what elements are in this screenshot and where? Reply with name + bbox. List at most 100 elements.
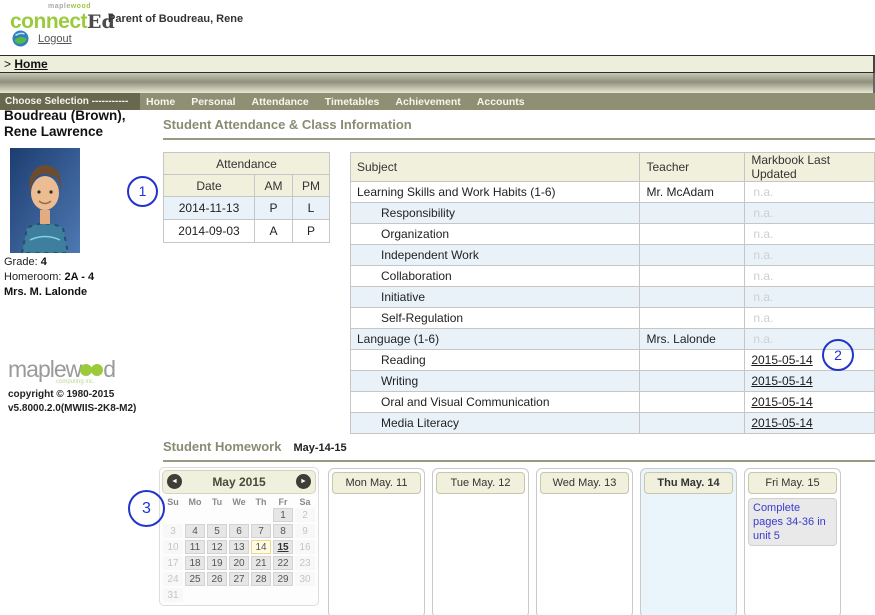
markbook-updated-cell: n.a. xyxy=(744,202,875,224)
calendar-day-14[interactable]: 14 xyxy=(251,540,271,554)
homework-day-header[interactable]: Fri May. 15 xyxy=(748,472,837,494)
subject-name-cell: Responsibility xyxy=(349,202,641,224)
grade-line: Grade: 4 xyxy=(4,255,94,270)
subject-teacher-cell xyxy=(639,349,746,371)
calendar-day-5[interactable]: 5 xyxy=(207,524,227,538)
breadcrumb-home-link[interactable]: Home xyxy=(14,57,47,71)
homework-note-link[interactable]: Complete pages 34-36 in unit 5 xyxy=(748,498,837,546)
maplewood-logo-dot-icon xyxy=(91,364,104,376)
subject-name-cell: Independent Work xyxy=(349,244,641,266)
calendar-day-25[interactable]: 25 xyxy=(185,572,205,586)
homework-day-column: Wed May. 13 xyxy=(536,468,633,615)
calendar-day-28[interactable]: 28 xyxy=(251,572,271,586)
subject-row: Collaboration n.a. xyxy=(349,265,875,287)
calendar-day-11[interactable]: 11 xyxy=(185,540,205,554)
calendar-day-27[interactable]: 27 xyxy=(229,572,249,586)
logout-link[interactable]: Logout xyxy=(38,33,72,45)
calendar-dow-label: Su xyxy=(167,497,179,507)
version-text: v5.8000.2.0(MWIIS-2K8-M2) xyxy=(8,403,137,414)
subject-table-header-row: Subject Teacher Markbook Last Updated xyxy=(349,152,875,182)
homework-day-header[interactable]: Thu May. 14 xyxy=(644,472,733,494)
student-info: Grade: 4 Homeroom: 2A - 4 Mrs. M. Lalond… xyxy=(4,255,94,300)
calendar-day-18[interactable]: 18 xyxy=(185,556,205,570)
subject-teacher-cell: Mrs. Lalonde xyxy=(639,328,746,350)
maplewood-footer-logo: maplew d computing inc. xyxy=(8,356,116,385)
calendar-prev-icon[interactable]: ◄ xyxy=(167,474,182,489)
attendance-columns-row: Date AM PM xyxy=(163,174,330,197)
attendance-section-rule xyxy=(163,138,875,140)
markbook-updated-cell: n.a. xyxy=(744,181,875,203)
homework-section-rule xyxy=(163,460,875,462)
subject-teacher-cell xyxy=(639,412,746,434)
calendar-header: ◄ May 2015 ► xyxy=(162,470,316,494)
subject-row: Language (1-6) Mrs. Lalonde n.a. xyxy=(349,328,875,350)
calendar-day-16: 16 xyxy=(295,540,315,554)
calendar-day-12[interactable]: 12 xyxy=(207,540,227,554)
homework-day-header[interactable]: Wed May. 13 xyxy=(540,472,629,494)
homeroom-value: 2A - 4 xyxy=(64,271,95,283)
annotation-circle-1: 1 xyxy=(127,176,158,207)
attendance-date-cell: 2014-09-03 xyxy=(163,219,255,243)
subject-col-header: Teacher xyxy=(639,152,746,182)
annotation-circle-3: 3 xyxy=(128,490,165,527)
subject-teacher-cell xyxy=(639,265,746,287)
attendance-col-header: PM xyxy=(292,174,330,197)
calendar-day-1[interactable]: 1 xyxy=(273,508,293,522)
markbook-updated-cell: 2015-05-14 xyxy=(744,370,875,392)
homework-day-column: Tue May. 12 xyxy=(432,468,529,615)
attendance-table: Attendance Date AM PM 2014-11-13 P L 2014-09-… xyxy=(163,152,330,243)
calendar-day-15[interactable]: 15 xyxy=(273,540,293,554)
calendar-grid: 1 2 3 4 5 6 7 8 9 10 11 12 13 14 15 16 17 18 19 20 21 22 23 24 2… xyxy=(162,507,316,603)
markbook-date-link[interactable]: 2015-05-14 xyxy=(751,374,812,388)
calendar-day-29[interactable]: 29 xyxy=(273,572,293,586)
subject-table: Subject Teacher Markbook Last Updated Lear… xyxy=(349,152,875,434)
nav-item-personal[interactable]: Personal xyxy=(191,96,235,110)
subject-teacher-cell xyxy=(639,391,746,413)
markbook-updated-cell: n.a. xyxy=(744,244,875,266)
calendar-day-26[interactable]: 26 xyxy=(207,572,227,586)
attendance-pm-cell: L xyxy=(292,196,330,220)
connected-logo: maplewood connectEd xyxy=(10,2,115,32)
nav-items: Home Personal Attendance Timetables Achievem… xyxy=(140,93,525,110)
nav-item-timetables[interactable]: Timetables xyxy=(325,96,380,110)
subject-row: Independent Work n.a. xyxy=(349,244,875,266)
parent-of-label: Parent of Boudreau, Rene xyxy=(108,13,244,25)
calendar-day-22[interactable]: 22 xyxy=(273,556,293,570)
calendar-day-8[interactable]: 8 xyxy=(273,524,293,538)
nav-item-attendance[interactable]: Attendance xyxy=(252,96,309,110)
markbook-updated-cell: 2015-05-14 xyxy=(744,349,875,371)
nav-item-achievement[interactable]: Achievement xyxy=(395,96,460,110)
calendar-day-20[interactable]: 20 xyxy=(229,556,249,570)
datepicker-calendar: ◄ May 2015 ► Su Mo Tu We Th Fr Sa 1 2 3 4 5 6 7 8 9 10 1… xyxy=(159,467,319,606)
grade-value: 4 xyxy=(40,256,47,268)
calendar-month-label: May 2015 xyxy=(212,475,266,489)
attendance-table-body: 2014-11-13 P L 2014-09-03 A P xyxy=(163,196,330,243)
homework-day-header[interactable]: Mon May. 11 xyxy=(332,472,421,494)
subject-name-cell: Collaboration xyxy=(349,265,641,287)
subject-teacher-cell xyxy=(639,223,746,245)
calendar-day-6[interactable]: 6 xyxy=(229,524,249,538)
homework-day-header[interactable]: Tue May. 12 xyxy=(436,472,525,494)
markbook-updated-cell: n.a. xyxy=(744,265,875,287)
subject-teacher-cell xyxy=(639,244,746,266)
calendar-day-19[interactable]: 19 xyxy=(207,556,227,570)
brand-small-prefix: maple xyxy=(48,3,71,10)
nav-item-accounts[interactable]: Accounts xyxy=(477,96,525,110)
subject-teacher-cell xyxy=(639,307,746,329)
attendance-col-header: Date xyxy=(163,174,255,197)
calendar-next-icon[interactable]: ► xyxy=(296,474,311,489)
markbook-date-link[interactable]: 2015-05-14 xyxy=(751,416,812,430)
calendar-day-4[interactable]: 4 xyxy=(185,524,205,538)
subject-row: Learning Skills and Work Habits (1-6) Mr.… xyxy=(349,181,875,203)
subject-table-body: Learning Skills and Work Habits (1-6) Mr.… xyxy=(349,181,875,434)
calendar-day-7[interactable]: 7 xyxy=(251,524,271,538)
markbook-date-link[interactable]: 2015-05-14 xyxy=(751,353,812,367)
calendar-dow-label: Th xyxy=(255,497,267,507)
attendance-title-row: Attendance xyxy=(163,152,330,175)
markbook-date-link[interactable]: 2015-05-14 xyxy=(751,395,812,409)
markbook-updated-cell: 2015-05-14 xyxy=(744,391,875,413)
calendar-day-23: 23 xyxy=(295,556,315,570)
grade-label: Grade: xyxy=(4,256,38,268)
calendar-day-21[interactable]: 21 xyxy=(251,556,271,570)
calendar-day-13[interactable]: 13 xyxy=(229,540,249,554)
